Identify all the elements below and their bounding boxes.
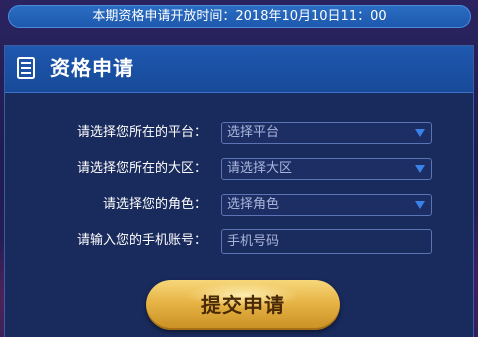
role-select[interactable]: 选择角色 <box>221 194 432 216</box>
platform-selected-value: 选择平台 <box>227 125 280 140</box>
region-selected-value: 请选择大区 <box>227 161 293 176</box>
role-label: 请选择您的角色： <box>102 197 207 212</box>
chevron-down-icon <box>415 129 425 137</box>
notice-time: 2018年10月10日11：00 <box>235 9 387 24</box>
panel-header: 资格申请 <box>5 46 473 93</box>
region-select[interactable]: 请选择大区 <box>221 158 432 180</box>
chevron-down-icon <box>415 201 425 209</box>
phone-label: 请输入您的手机账号： <box>76 233 207 248</box>
document-list-icon <box>17 57 35 79</box>
platform-label: 请选择您所在的平台： <box>76 125 207 140</box>
panel-title: 资格申请 <box>50 56 134 80</box>
platform-select[interactable]: 选择平台 <box>221 122 432 144</box>
notice-prefix: 本期资格申请开放时间： <box>92 9 236 24</box>
region-label: 请选择您所在的大区： <box>76 161 207 176</box>
role-selected-value: 选择角色 <box>227 197 280 212</box>
phone-input[interactable]: 手机号码 <box>221 229 432 254</box>
open-time-notice: 本期资格申请开放时间：2018年10月10日11：00 <box>8 5 471 28</box>
submit-button[interactable]: 提交申请 <box>146 280 340 330</box>
chevron-down-icon <box>415 165 425 173</box>
phone-placeholder: 手机号码 <box>227 234 280 249</box>
